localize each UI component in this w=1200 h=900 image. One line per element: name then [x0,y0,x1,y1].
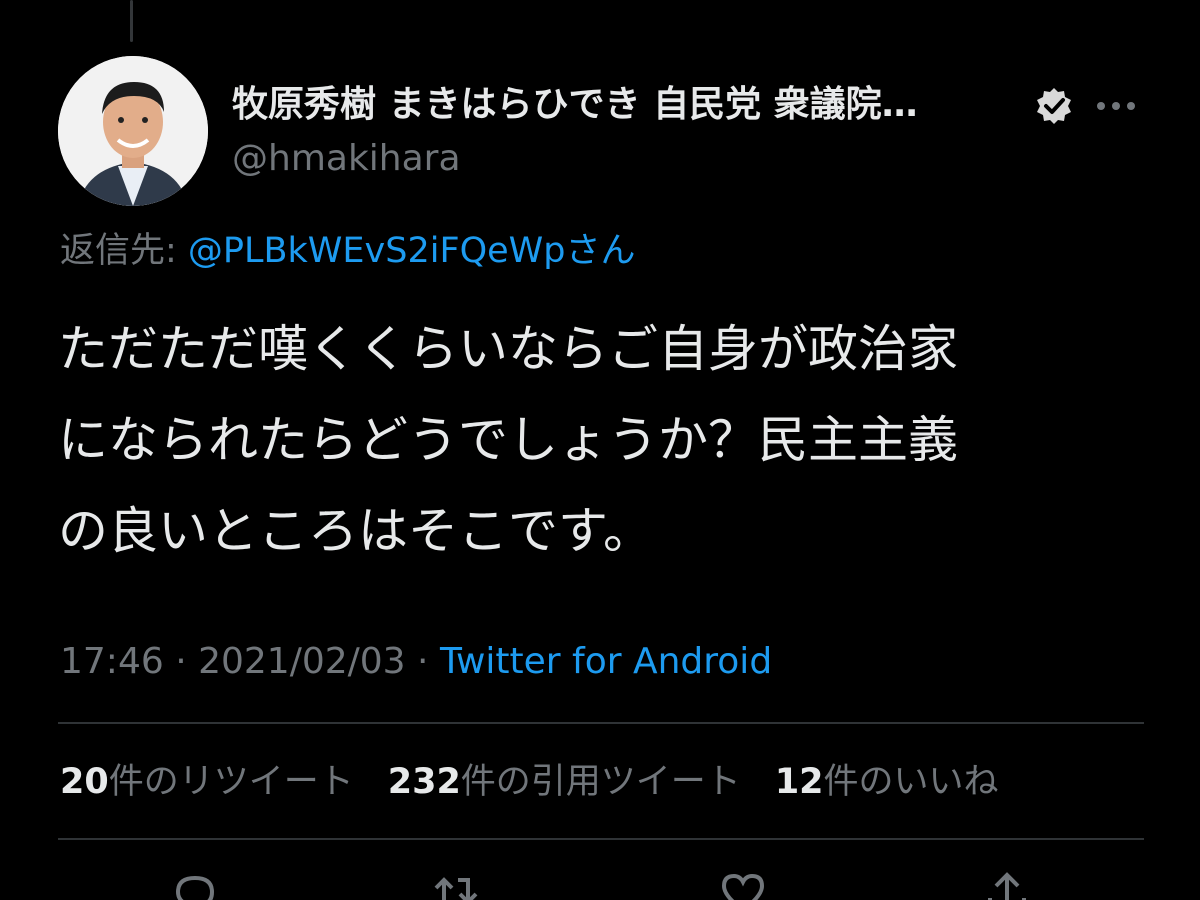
likes-label: 件のいいね [823,762,999,802]
tweet-text-line: ただただ嘆くくらいならご自身が政治家 [58,320,958,378]
retweet-icon [434,877,478,900]
tweet-source-link[interactable]: Twitter for Android [440,641,772,682]
share-icon [988,872,1026,900]
reply-button[interactable] [170,862,220,900]
retweets-label: 件のリツイート [108,762,354,802]
like-heart-icon [721,873,765,900]
tweet-text-line: の良いところはそこです。 [58,502,653,560]
tweet-text-line: になられたらどうでしょうか？民主主義 [58,411,958,469]
divider [58,838,1144,840]
engagement-stats: 20件のリツイート 232件の引用ツイート 12件のいいね [60,752,1033,812]
tweet-detail-view: 牧原秀樹 まきはらひでき 自民党 衆議院… @hmakihara 返信先: @P… [0,0,1200,900]
tweet-date[interactable]: 2021/02/03 [198,641,406,682]
reply-to-mention-link[interactable]: @PLBkWEvS2iFQeWpさん [188,231,636,271]
divider [58,722,1144,724]
share-button[interactable] [982,862,1032,900]
tweet-metadata: 17:46 · 2021/02/03 · Twitter for Android [60,634,772,690]
tweet-body: ただただ嘆くくらいならご自身が政治家 になられたらどうでしょうか？民主主義 の良… [58,304,1158,577]
tweet-time[interactable]: 17:46 [60,641,164,682]
retweets-count: 20 [60,762,109,802]
reply-to-line: 返信先: @PLBkWEvS2iFQeWpさん [60,226,636,276]
meta-separator: · [163,641,199,682]
reply-to-label: 返信先: [60,231,188,271]
quote-tweets-label: 件の引用ツイート [460,762,741,802]
meta-separator: · [405,641,440,682]
likes-count: 12 [774,762,824,802]
retweets-stat[interactable]: 20件のリツイート [60,762,354,802]
thread-connector-line [130,0,133,42]
retweet-button[interactable] [430,862,480,900]
avatar[interactable] [58,56,208,206]
likes-stat[interactable]: 12件のいいね [775,762,999,802]
quote-tweets-stat[interactable]: 232件の引用ツイート [388,762,741,802]
like-button[interactable] [718,862,768,900]
author-handle[interactable]: @hmakihara [232,136,461,182]
author-name-row[interactable]: 牧原秀樹 まきはらひでき 自民党 衆議院… [232,80,1022,130]
more-options-icon[interactable] [1094,94,1138,118]
quote-tweets-count: 232 [387,762,461,802]
verified-badge-icon [1037,88,1071,124]
author-display-name[interactable]: 牧原秀樹 まきはらひでき 自民党 衆議院… [232,80,918,130]
reply-icon [175,875,215,900]
